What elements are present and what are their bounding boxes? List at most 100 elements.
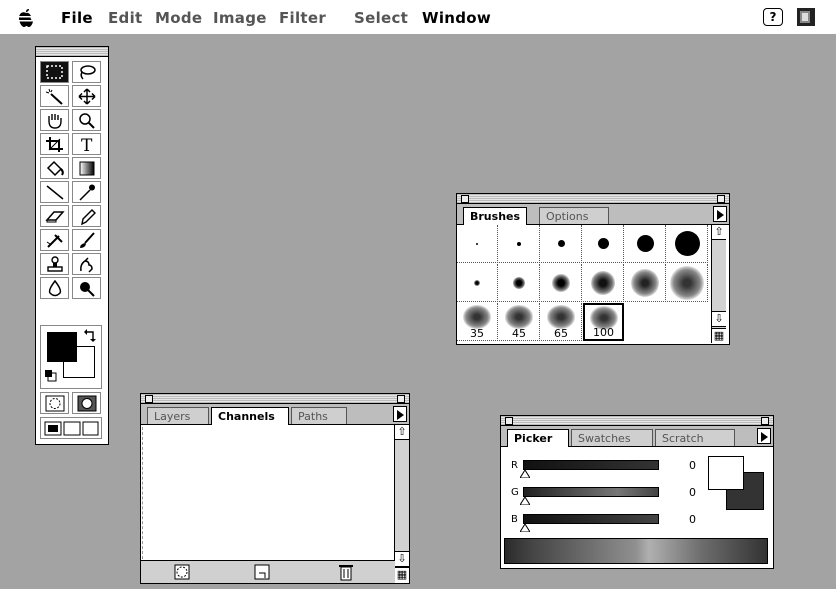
eraser-tool[interactable] bbox=[40, 205, 69, 227]
svg-text:T: T bbox=[81, 136, 93, 153]
gradient-tool[interactable] bbox=[72, 157, 101, 179]
blur-tool[interactable] bbox=[40, 277, 69, 299]
help-icon[interactable]: ? bbox=[763, 8, 783, 26]
menu-window[interactable]: Window bbox=[422, 9, 491, 27]
new-channel-icon[interactable] bbox=[254, 564, 270, 580]
close-box-icon[interactable] bbox=[505, 417, 513, 425]
slider-b-thumb-icon[interactable] bbox=[520, 524, 530, 532]
channels-title-bar[interactable] bbox=[141, 394, 409, 404]
line-tool[interactable] bbox=[40, 181, 69, 203]
brush-soft-27px[interactable] bbox=[667, 264, 708, 302]
picker-foreground-swatch[interactable] bbox=[708, 456, 744, 490]
zoom-box-icon[interactable] bbox=[761, 417, 769, 425]
brush-soft-13px[interactable] bbox=[541, 264, 582, 302]
foreground-color-swatch[interactable] bbox=[47, 332, 77, 362]
tab-swatches[interactable]: Swatches bbox=[571, 429, 653, 446]
type-tool[interactable]: T bbox=[72, 133, 101, 155]
menu-filter[interactable]: Filter bbox=[279, 9, 326, 27]
zoom-tool[interactable] bbox=[72, 109, 101, 131]
brush-19px[interactable] bbox=[667, 225, 708, 263]
scroll-up-arrow-icon[interactable]: ⇧ bbox=[395, 425, 409, 440]
channels-tab-bar: Layers Channels Paths bbox=[141, 404, 409, 425]
brushes-title-bar[interactable] bbox=[457, 194, 729, 204]
brush-soft-9px[interactable] bbox=[499, 264, 540, 302]
full-screen-icon[interactable] bbox=[82, 421, 99, 436]
scroll-down-arrow-icon[interactable]: ⇩ bbox=[712, 311, 726, 327]
slider-value-r: 0 bbox=[689, 459, 696, 472]
apple-icon[interactable] bbox=[16, 6, 36, 28]
brush-soft-17px[interactable] bbox=[583, 264, 624, 302]
lasso-tool[interactable] bbox=[72, 61, 101, 83]
channels-scrollbar[interactable]: ⇧ ⇩ ▦ bbox=[394, 425, 409, 582]
palette-menu-arrow-icon[interactable] bbox=[757, 428, 771, 444]
tab-brushes[interactable]: Brushes bbox=[463, 207, 528, 225]
airbrush-tool[interactable] bbox=[40, 229, 69, 251]
default-colors-icon[interactable] bbox=[44, 369, 58, 383]
screen-mode-controls bbox=[40, 417, 102, 439]
brush-soft-5px[interactable] bbox=[457, 264, 498, 302]
brush-9px[interactable] bbox=[583, 225, 624, 263]
slider-r[interactable] bbox=[523, 460, 659, 470]
standard-mode-button[interactable] bbox=[40, 392, 69, 414]
brush-soft-21px[interactable] bbox=[625, 264, 666, 302]
burn-tool[interactable] bbox=[72, 277, 101, 299]
tab-picker[interactable]: Picker bbox=[507, 429, 569, 447]
scroll-down-arrow-icon[interactable]: ⇩ bbox=[395, 551, 409, 567]
palette-menu-arrow-icon[interactable] bbox=[393, 406, 407, 422]
close-box-icon[interactable] bbox=[145, 395, 153, 403]
menu-image[interactable]: Image bbox=[213, 9, 267, 27]
toolbox-title-bar[interactable] bbox=[36, 47, 108, 57]
application-icon[interactable] bbox=[796, 7, 816, 27]
brush-5px[interactable] bbox=[541, 225, 582, 263]
tab-options[interactable]: Options bbox=[539, 207, 609, 224]
rubber-stamp-tool[interactable] bbox=[40, 253, 69, 275]
slider-r-thumb-icon[interactable] bbox=[520, 470, 530, 478]
eyedropper-tool[interactable] bbox=[72, 181, 101, 203]
move-tool[interactable] bbox=[72, 85, 101, 107]
swap-colors-icon[interactable] bbox=[83, 329, 97, 343]
picker-title-bar[interactable] bbox=[501, 416, 773, 426]
menu-mode[interactable]: Mode bbox=[155, 9, 202, 27]
brush-35px[interactable]: 35 bbox=[457, 303, 498, 341]
load-selection-icon[interactable] bbox=[174, 564, 190, 580]
brush-1px[interactable] bbox=[457, 225, 498, 263]
trash-icon[interactable] bbox=[338, 563, 354, 581]
slider-g-thumb-icon[interactable] bbox=[520, 497, 530, 505]
zoom-box-icon[interactable] bbox=[397, 395, 405, 403]
slider-value-b: 0 bbox=[689, 513, 696, 526]
menu-bar: File Edit Mode Image Filter Select Windo… bbox=[0, 0, 836, 34]
tab-layers[interactable]: Layers bbox=[147, 407, 209, 424]
tab-channels[interactable]: Channels bbox=[211, 407, 289, 425]
brush-45px[interactable]: 45 bbox=[499, 303, 540, 341]
slider-g[interactable] bbox=[523, 487, 659, 497]
menu-edit[interactable]: Edit bbox=[108, 9, 143, 27]
color-ramp[interactable] bbox=[504, 538, 768, 564]
resize-box-icon[interactable]: ▦ bbox=[395, 567, 409, 582]
scroll-up-arrow-icon[interactable]: ⇧ bbox=[712, 225, 726, 240]
menu-select[interactable]: Select bbox=[354, 9, 408, 27]
palette-menu-arrow-icon[interactable] bbox=[713, 206, 727, 222]
paint-bucket-tool[interactable] bbox=[40, 157, 69, 179]
close-box-icon[interactable] bbox=[461, 195, 469, 203]
brush-100px[interactable]: 100 bbox=[583, 303, 624, 341]
picker-tab-bar: Picker Swatches Scratch bbox=[501, 426, 773, 447]
resize-box-icon[interactable]: ▦ bbox=[712, 328, 726, 343]
brush-13px[interactable] bbox=[625, 225, 666, 263]
hand-tool[interactable] bbox=[40, 109, 69, 131]
smudge-tool[interactable] bbox=[72, 253, 101, 275]
zoom-box-icon[interactable] bbox=[717, 195, 725, 203]
pencil-tool[interactable] bbox=[72, 205, 101, 227]
quick-mask-mode-button[interactable] bbox=[72, 392, 101, 414]
menu-file[interactable]: File bbox=[61, 9, 93, 27]
tab-scratch[interactable]: Scratch bbox=[655, 429, 735, 446]
slider-b[interactable] bbox=[523, 514, 659, 524]
magic-wand-tool[interactable] bbox=[40, 85, 69, 107]
marquee-tool[interactable] bbox=[40, 61, 69, 83]
paintbrush-tool[interactable] bbox=[72, 229, 101, 251]
tab-paths[interactable]: Paths bbox=[291, 407, 347, 424]
crop-tool[interactable] bbox=[40, 133, 69, 155]
brush-3px[interactable] bbox=[499, 225, 540, 263]
brushes-scrollbar[interactable]: ⇧ ⇩ ▦ bbox=[711, 225, 726, 343]
brush-65px[interactable]: 65 bbox=[541, 303, 582, 341]
full-screen-menu-icon[interactable] bbox=[63, 421, 81, 436]
